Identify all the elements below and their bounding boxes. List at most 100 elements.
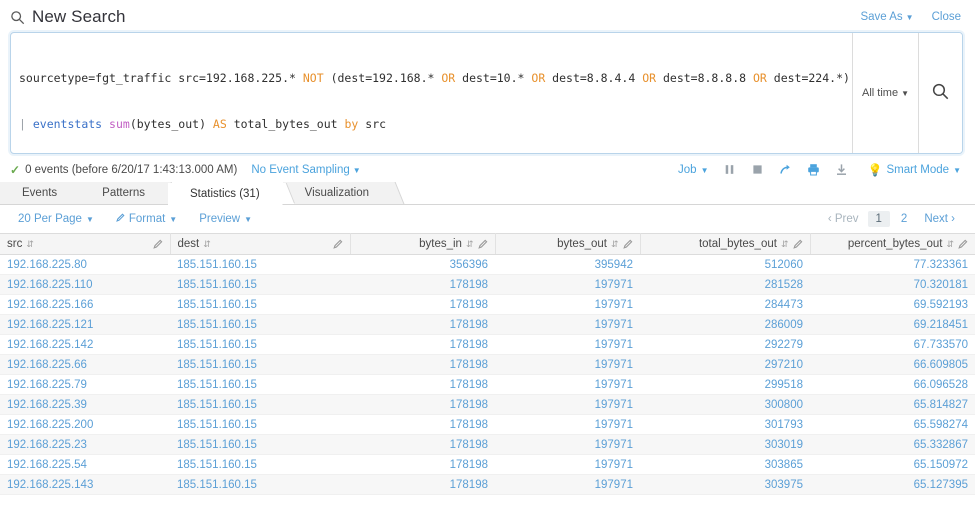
search-query-input[interactable]: sourcetype=fgt_traffic src=192.168.225.*… (11, 33, 852, 153)
cell-src[interactable]: 192.168.225.23 (0, 434, 170, 455)
cell-value[interactable]: 303019 (765, 439, 803, 451)
cell-percent_bytes_out[interactable]: 66.609805 (810, 354, 975, 375)
cell-src[interactable]: 192.168.225.66 (0, 354, 170, 375)
cell-bytes_out[interactable]: 197971 (495, 314, 640, 335)
cell-value[interactable]: 192.168.225.166 (7, 299, 93, 311)
cell-value[interactable]: 69.218451 (914, 319, 968, 331)
cell-percent_bytes_out[interactable]: 69.218451 (810, 314, 975, 335)
cell-dest[interactable]: 185.151.160.15 (170, 434, 350, 455)
cell-value[interactable]: 185.151.160.15 (177, 439, 257, 451)
cell-bytes_out[interactable]: 197971 (495, 334, 640, 355)
cell-value[interactable]: 300800 (765, 399, 803, 411)
cell-value[interactable]: 299518 (765, 379, 803, 391)
cell-value[interactable]: 192.168.225.54 (7, 459, 87, 471)
cell-src[interactable]: 192.168.225.79 (0, 374, 170, 395)
edit-column-icon[interactable] (792, 239, 803, 249)
cell-bytes_in[interactable]: 178198 (350, 334, 495, 355)
per-page-dropdown[interactable]: 20 Per Page ▼ (18, 213, 94, 225)
edit-column-icon[interactable] (622, 239, 633, 249)
cell-bytes_in[interactable]: 178198 (350, 354, 495, 375)
edit-column-icon[interactable] (332, 239, 343, 249)
cell-src[interactable]: 192.168.225.166 (0, 294, 170, 315)
cell-value[interactable]: 178198 (450, 439, 488, 451)
cell-value[interactable]: 67.733570 (914, 339, 968, 351)
cell-bytes_out[interactable]: 197971 (495, 414, 640, 435)
cell-value[interactable]: 66.609805 (914, 359, 968, 371)
tab-statistics[interactable]: Statistics (31) (168, 183, 283, 205)
sort-icon[interactable]: ⇵ (946, 239, 954, 249)
cell-dest[interactable]: 185.151.160.15 (170, 394, 350, 415)
cell-value[interactable]: 185.151.160.15 (177, 359, 257, 371)
cell-value[interactable]: 192.168.225.143 (7, 479, 93, 491)
cell-value[interactable]: 185.151.160.15 (177, 479, 257, 491)
page-1-button[interactable]: 1 (867, 211, 890, 227)
cell-value[interactable]: 297210 (765, 359, 803, 371)
cell-value[interactable]: 395942 (595, 259, 633, 271)
cell-value[interactable]: 70.320181 (914, 279, 968, 291)
cell-value[interactable]: 185.151.160.15 (177, 339, 257, 351)
cell-bytes_out[interactable]: 395942 (495, 254, 640, 275)
cell-value[interactable]: 197971 (595, 319, 633, 331)
cell-bytes_in[interactable]: 178198 (350, 474, 495, 495)
column-header-bytes-out[interactable]: bytes_out ⇵ (495, 233, 641, 255)
job-menu-button[interactable]: Job ▼ (678, 164, 708, 176)
cell-value[interactable]: 65.332867 (914, 439, 968, 451)
cell-total_bytes_out[interactable]: 292279 (640, 334, 810, 355)
cell-value[interactable]: 197971 (595, 439, 633, 451)
cell-bytes_out[interactable]: 197971 (495, 474, 640, 495)
cell-value[interactable]: 185.151.160.15 (177, 459, 257, 471)
cell-src[interactable]: 192.168.225.121 (0, 314, 170, 335)
cell-src[interactable]: 192.168.225.143 (0, 474, 170, 495)
event-sampling-dropdown[interactable]: No Event Sampling ▼ (251, 164, 360, 176)
cell-dest[interactable]: 185.151.160.15 (170, 454, 350, 475)
cell-value[interactable]: 192.168.225.200 (7, 419, 93, 431)
time-range-picker[interactable]: All time ▼ (852, 33, 918, 153)
cell-percent_bytes_out[interactable]: 65.814827 (810, 394, 975, 415)
cell-percent_bytes_out[interactable]: 69.592193 (810, 294, 975, 315)
cell-value[interactable]: 356396 (450, 259, 488, 271)
cell-src[interactable]: 192.168.225.110 (0, 274, 170, 295)
cell-dest[interactable]: 185.151.160.15 (170, 334, 350, 355)
cell-total_bytes_out[interactable]: 286009 (640, 314, 810, 335)
cell-percent_bytes_out[interactable]: 77.323361 (810, 254, 975, 275)
sort-icon[interactable]: ⇵ (466, 239, 474, 249)
cell-value[interactable]: 192.168.225.110 (7, 279, 92, 291)
cell-percent_bytes_out[interactable]: 70.320181 (810, 274, 975, 295)
column-header-src[interactable]: src ⇵ (0, 233, 171, 255)
cell-dest[interactable]: 185.151.160.15 (170, 314, 350, 335)
cell-dest[interactable]: 185.151.160.15 (170, 494, 350, 495)
prev-page-button[interactable]: ‹ Prev (822, 212, 865, 226)
cell-bytes_in[interactable]: 178198 (350, 314, 495, 335)
cell-value[interactable]: 178198 (450, 279, 488, 291)
cell-bytes_in[interactable]: 178198 (350, 434, 495, 455)
cell-value[interactable]: 65.814827 (914, 399, 968, 411)
sort-icon[interactable]: ⇵ (203, 239, 211, 249)
cell-value[interactable]: 281528 (765, 279, 803, 291)
search-mode-selector[interactable]: 💡 Smart Mode ▼ (867, 163, 961, 177)
cell-bytes_out[interactable]: 197971 (495, 454, 640, 475)
cell-total_bytes_out[interactable]: 303975 (640, 474, 810, 495)
preview-dropdown[interactable]: Preview ▼ (199, 213, 252, 225)
column-header-percent-bytes-out[interactable]: percent_bytes_out ⇵ (810, 233, 975, 255)
pause-icon[interactable] (723, 163, 736, 176)
cell-bytes_in[interactable]: 178198 (350, 494, 495, 495)
cell-src[interactable]: 192.168.225.200 (0, 414, 170, 435)
cell-value[interactable]: 284473 (765, 299, 803, 311)
cell-value[interactable]: 178198 (450, 379, 488, 391)
cell-value[interactable]: 286009 (765, 319, 803, 331)
cell-value[interactable]: 197971 (595, 459, 633, 471)
cell-value[interactable]: 178198 (450, 479, 488, 491)
cell-percent_bytes_out[interactable]: 65.598274 (810, 414, 975, 435)
cell-value[interactable]: 303975 (765, 479, 803, 491)
cell-value[interactable]: 197971 (595, 399, 633, 411)
cell-value[interactable]: 197971 (595, 479, 633, 491)
cell-bytes_in[interactable]: 178198 (350, 394, 495, 415)
cell-total_bytes_out[interactable]: 297210 (640, 354, 810, 375)
cell-value[interactable]: 185.151.160.15 (177, 399, 257, 411)
cell-value[interactable]: 192.168.225.66 (7, 359, 87, 371)
share-icon[interactable] (779, 163, 792, 176)
cell-value[interactable]: 197971 (595, 359, 633, 371)
cell-bytes_out[interactable]: 197971 (495, 434, 640, 455)
cell-value[interactable]: 197971 (595, 299, 633, 311)
cell-value[interactable]: 65.127395 (914, 479, 968, 491)
